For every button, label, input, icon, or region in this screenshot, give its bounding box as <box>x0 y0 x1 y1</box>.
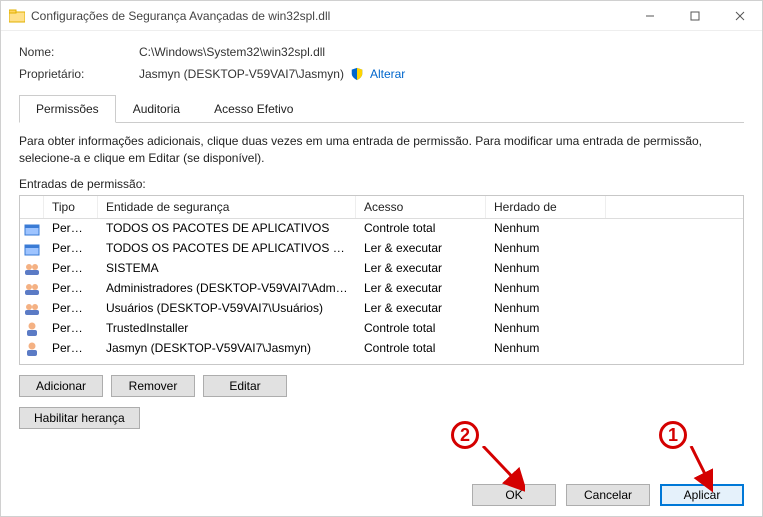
add-button[interactable]: Adicionar <box>19 375 103 397</box>
package-icon <box>24 221 40 237</box>
cancel-button[interactable]: Cancelar <box>566 484 650 506</box>
cell-type: Perm... <box>44 339 98 359</box>
user-icon <box>24 321 40 337</box>
owner-row: Proprietário: Jasmyn (DESKTOP-V59VAI7\Ja… <box>19 67 744 81</box>
cell-access: Controle total <box>356 319 486 339</box>
shield-icon <box>350 67 364 81</box>
cell-principal: Jasmyn (DESKTOP-V59VAI7\Jasmyn) <box>98 339 356 359</box>
name-value: C:\Windows\System32\win32spl.dll <box>139 45 744 59</box>
package-icon <box>24 241 40 257</box>
list-row[interactable]: Perm...SISTEMALer & executarNenhum <box>20 259 743 279</box>
group-icon <box>24 281 40 297</box>
window-buttons <box>627 1 762 30</box>
col-principal[interactable]: Entidade de segurança <box>98 196 356 218</box>
user-icon <box>24 341 40 357</box>
cell-inherited: Nenhum <box>486 339 606 359</box>
cell-access: Controle total <box>356 219 486 239</box>
enable-inherit-button[interactable]: Habilitar herança <box>19 407 140 429</box>
col-access[interactable]: Acesso <box>356 196 486 218</box>
window: Configurações de Segurança Avançadas de … <box>0 0 763 517</box>
name-row: Nome: C:\Windows\System32\win32spl.dll <box>19 45 744 59</box>
list-row[interactable]: Perm...TODOS OS PACOTES DE APLICATIVOS R… <box>20 239 743 259</box>
cell-type: Perm... <box>44 259 98 279</box>
cell-principal: SISTEMA <box>98 259 356 279</box>
owner-label: Proprietário: <box>19 67 139 81</box>
list-row[interactable]: Perm...Jasmyn (DESKTOP-V59VAI7\Jasmyn)Co… <box>20 339 743 359</box>
cell-inherited: Nenhum <box>486 239 606 259</box>
tab-auditing[interactable]: Auditoria <box>116 95 197 122</box>
titlebar: Configurações de Segurança Avançadas de … <box>1 1 762 31</box>
close-button[interactable] <box>717 1 762 30</box>
edit-button[interactable]: Editar <box>203 375 287 397</box>
footer-buttons: OK Cancelar Aplicar <box>1 476 762 516</box>
inherit-row: Habilitar herança <box>19 407 744 429</box>
tabs: Permissões Auditoria Acesso Efetivo <box>19 95 744 123</box>
ok-button[interactable]: OK <box>472 484 556 506</box>
list-row[interactable]: Perm...TODOS OS PACOTES DE APLICATIVOSCo… <box>20 219 743 239</box>
cell-type: Perm... <box>44 219 98 239</box>
permission-list[interactable]: Tipo Entidade de segurança Acesso Herdad… <box>19 195 744 365</box>
cell-principal: TrustedInstaller <box>98 319 356 339</box>
cell-inherited: Nenhum <box>486 259 606 279</box>
cell-type: Perm... <box>44 239 98 259</box>
cell-type: Perm... <box>44 319 98 339</box>
cell-access: Ler & executar <box>356 239 486 259</box>
owner-value: Jasmyn (DESKTOP-V59VAI7\Jasmyn) <box>139 67 344 81</box>
cell-access: Ler & executar <box>356 279 486 299</box>
cell-principal: Usuários (DESKTOP-V59VAI7\Usuários) <box>98 299 356 319</box>
tab-permissions[interactable]: Permissões <box>19 95 116 123</box>
cell-principal: TODOS OS PACOTES DE APLICATIVOS REST... <box>98 239 356 259</box>
cell-type: Perm... <box>44 299 98 319</box>
list-buttons: Adicionar Remover Editar <box>19 375 744 397</box>
col-inherited[interactable]: Herdado de <box>486 196 606 218</box>
cell-access: Ler & executar <box>356 299 486 319</box>
cell-inherited: Nenhum <box>486 279 606 299</box>
cell-inherited: Nenhum <box>486 219 606 239</box>
group-icon <box>24 261 40 277</box>
cell-inherited: Nenhum <box>486 299 606 319</box>
cell-inherited: Nenhum <box>486 319 606 339</box>
cell-access: Ler & executar <box>356 259 486 279</box>
cell-principal: TODOS OS PACOTES DE APLICATIVOS <box>98 219 356 239</box>
col-type[interactable]: Tipo <box>44 196 98 218</box>
cell-principal: Administradores (DESKTOP-V59VAI7\Admin..… <box>98 279 356 299</box>
minimize-button[interactable] <box>627 1 672 30</box>
content-area: Nome: C:\Windows\System32\win32spl.dll P… <box>1 31 762 476</box>
tab-effective-access[interactable]: Acesso Efetivo <box>197 95 310 122</box>
remove-button[interactable]: Remover <box>111 375 195 397</box>
change-owner-link[interactable]: Alterar <box>370 67 405 81</box>
list-row[interactable]: Perm...TrustedInstallerControle totalNen… <box>20 319 743 339</box>
maximize-button[interactable] <box>672 1 717 30</box>
help-text: Para obter informações adicionais, cliqu… <box>19 133 744 167</box>
list-row[interactable]: Perm...Administradores (DESKTOP-V59VAI7\… <box>20 279 743 299</box>
list-header: Tipo Entidade de segurança Acesso Herdad… <box>20 196 743 219</box>
window-title: Configurações de Segurança Avançadas de … <box>31 9 627 23</box>
apply-button[interactable]: Aplicar <box>660 484 744 506</box>
cell-access: Controle total <box>356 339 486 359</box>
list-label: Entradas de permissão: <box>19 177 744 191</box>
cell-type: Perm... <box>44 279 98 299</box>
group-icon <box>24 301 40 317</box>
name-label: Nome: <box>19 45 139 59</box>
folder-icon <box>9 8 25 24</box>
list-row[interactable]: Perm...Usuários (DESKTOP-V59VAI7\Usuário… <box>20 299 743 319</box>
